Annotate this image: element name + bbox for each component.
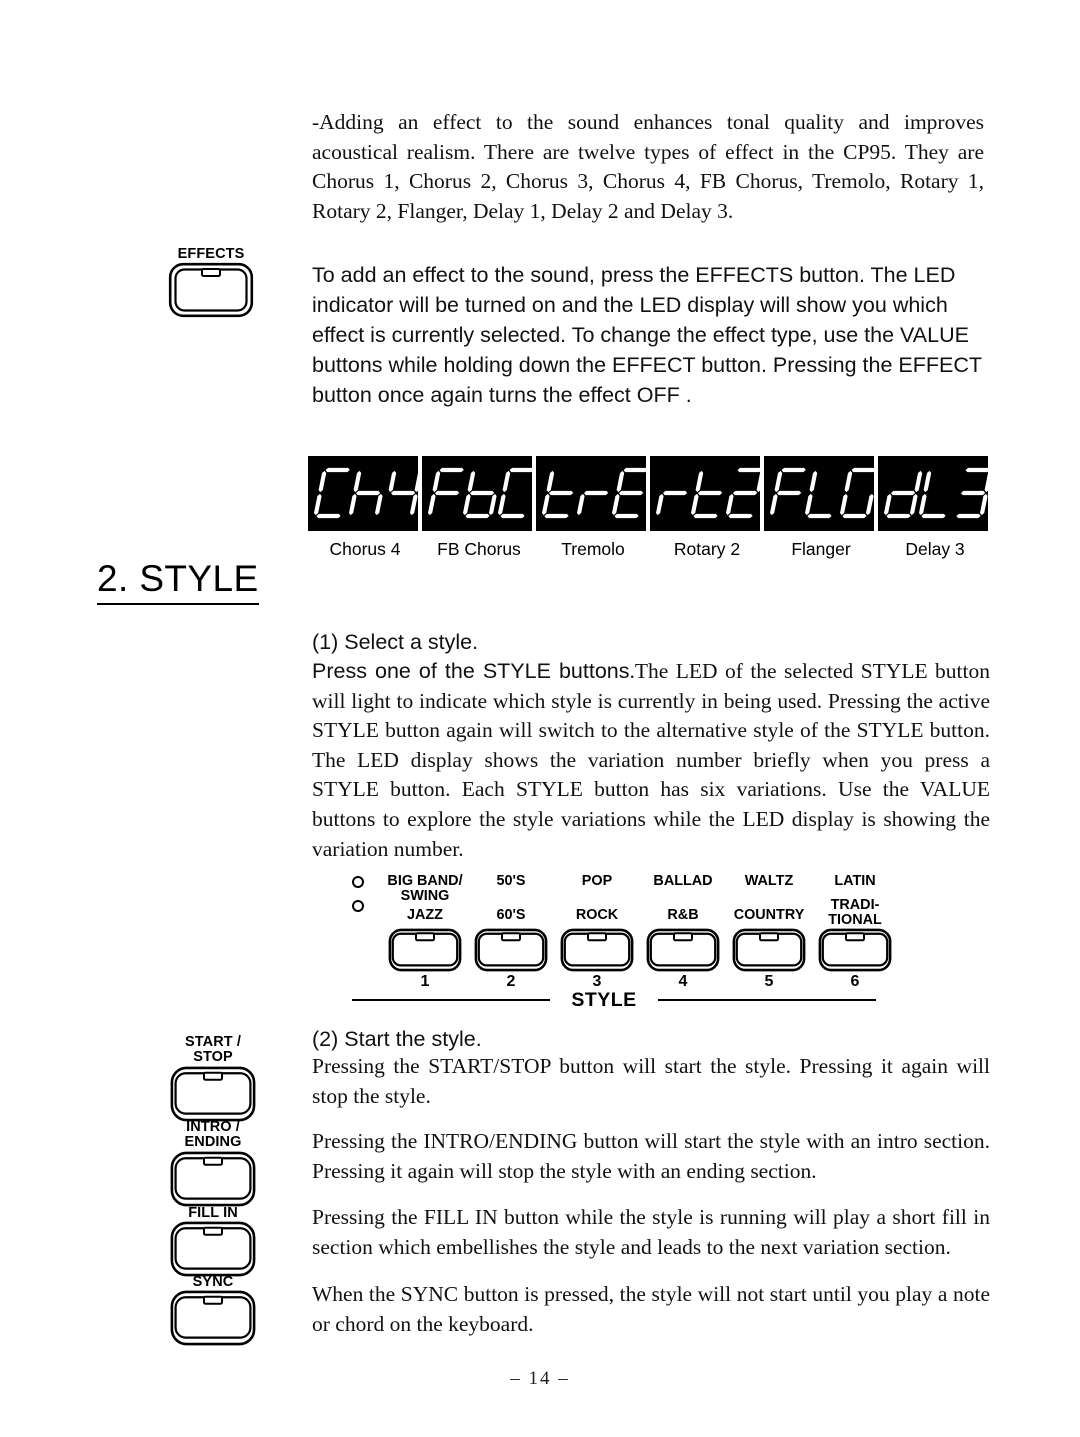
fillin-paragraph: Pressing the FILL IN button while the st… — [312, 1205, 990, 1259]
style-group-label: STYLE — [571, 989, 637, 1011]
style-button-3[interactable] — [560, 928, 634, 977]
style-button-6[interactable] — [818, 928, 892, 977]
style-button-bottom-label: 60'S — [496, 907, 526, 923]
style-button-top-label: LATIN — [834, 873, 876, 889]
led-caption-row: Chorus 4 FB Chorus Tremolo Rotary 2 Flan… — [308, 539, 992, 560]
intro-ending-button-label: INTRO / ENDING — [184, 1119, 242, 1151]
style-button-bottom-label: COUNTRY — [733, 907, 805, 923]
style-button-top-label: BALLAD — [653, 873, 713, 889]
page-number: – 14 – — [510, 1368, 570, 1389]
style-button-4[interactable] — [646, 928, 720, 977]
select-style-heading: (1) Select a style. — [312, 630, 479, 654]
style-group-rule-right — [658, 999, 876, 1002]
led-panel — [308, 456, 418, 531]
led-panel-row — [308, 456, 992, 531]
style-button-number: 6 — [850, 973, 860, 990]
select-style-paragraph: Press one of the STYLE buttons.The LED o… — [312, 657, 990, 864]
effects-intro-paragraph: -Adding an effect to the sound enhances … — [312, 110, 984, 223]
style-button-bottom-label: TRADI- TIONAL — [828, 897, 882, 929]
led-panel — [650, 456, 760, 531]
effects-howto-paragraph: To add an effect to the sound, press the… — [312, 263, 982, 407]
style-button-top-label: 50'S — [496, 873, 526, 889]
style-led-indicator-lower — [352, 900, 364, 912]
start-stop-button-shape[interactable] — [170, 1066, 256, 1122]
led-panel — [878, 456, 988, 531]
introending-paragraph: Pressing the INTRO/ENDING button will st… — [312, 1129, 990, 1183]
led-panel — [422, 456, 532, 531]
style-button-5[interactable] — [732, 928, 806, 977]
fill-in-button[interactable]: FILL IN — [170, 1205, 256, 1277]
style-button-number: 2 — [506, 973, 516, 990]
led-caption: Rotary 2 — [673, 539, 741, 559]
effects-button[interactable]: EFFECTS — [168, 246, 254, 318]
effects-button-shape[interactable] — [168, 262, 254, 318]
fill-in-button-shape[interactable] — [170, 1221, 256, 1277]
manual-page: -Adding an effect to the sound enhances … — [0, 0, 1080, 1437]
effects-button-label: EFFECTS — [177, 246, 245, 262]
led-caption: Tremolo — [561, 539, 625, 559]
led-panel — [764, 456, 874, 531]
intro-ending-button-shape[interactable] — [170, 1151, 256, 1207]
led-caption: Flanger — [791, 539, 851, 559]
startstop-paragraph: Pressing the START/STOP button will star… — [312, 1054, 990, 1108]
led-display-strip: Chorus 4 FB Chorus Tremolo Rotary 2 Flan… — [308, 456, 992, 560]
sync-button-label: SYNC — [192, 1274, 234, 1290]
sync-button-shape[interactable] — [170, 1290, 256, 1346]
led-caption: Delay 3 — [905, 539, 965, 559]
start-style-heading: (2) Start the style. — [312, 1027, 482, 1051]
style-button-panel: BIG BAND/ SWING JAZZ 1 50'S 60'S 2 POP ROCK 3 BAL… — [352, 873, 892, 1011]
style-led-indicator-upper — [352, 876, 364, 888]
style-button-top-label: BIG BAND/ SWING — [387, 873, 463, 905]
led-caption: FB Chorus — [437, 539, 521, 559]
style-group-rule-left — [352, 999, 550, 1002]
start-stop-button-label: START / STOP — [184, 1034, 241, 1066]
led-panel — [536, 456, 646, 531]
fill-in-button-label: FILL IN — [188, 1205, 238, 1221]
style-button-number: 5 — [764, 973, 774, 990]
page-title: 2. STYLE — [97, 559, 259, 605]
start-stop-button[interactable]: START / STOP — [170, 1034, 256, 1122]
style-button-top-label: WALTZ — [744, 873, 794, 889]
style-button-1[interactable] — [388, 928, 462, 977]
style-button-bottom-label: JAZZ — [407, 907, 443, 923]
style-button-bottom-label: ROCK — [575, 907, 619, 923]
select-style-lead: Press one of the STYLE buttons — [312, 659, 630, 683]
style-button-top-label: POP — [581, 873, 613, 889]
led-caption: Chorus 4 — [329, 539, 401, 559]
sync-paragraph: When the SYNC button is pressed, the sty… — [312, 1282, 990, 1336]
style-button-bottom-label: R&B — [667, 907, 699, 923]
sync-button[interactable]: SYNC — [170, 1274, 256, 1346]
select-style-body: .The LED of the selected STYLE button wi… — [312, 659, 990, 861]
intro-ending-button[interactable]: INTRO / ENDING — [170, 1119, 256, 1207]
style-button-2[interactable] — [474, 928, 548, 977]
style-button-number: 1 — [420, 973, 430, 990]
